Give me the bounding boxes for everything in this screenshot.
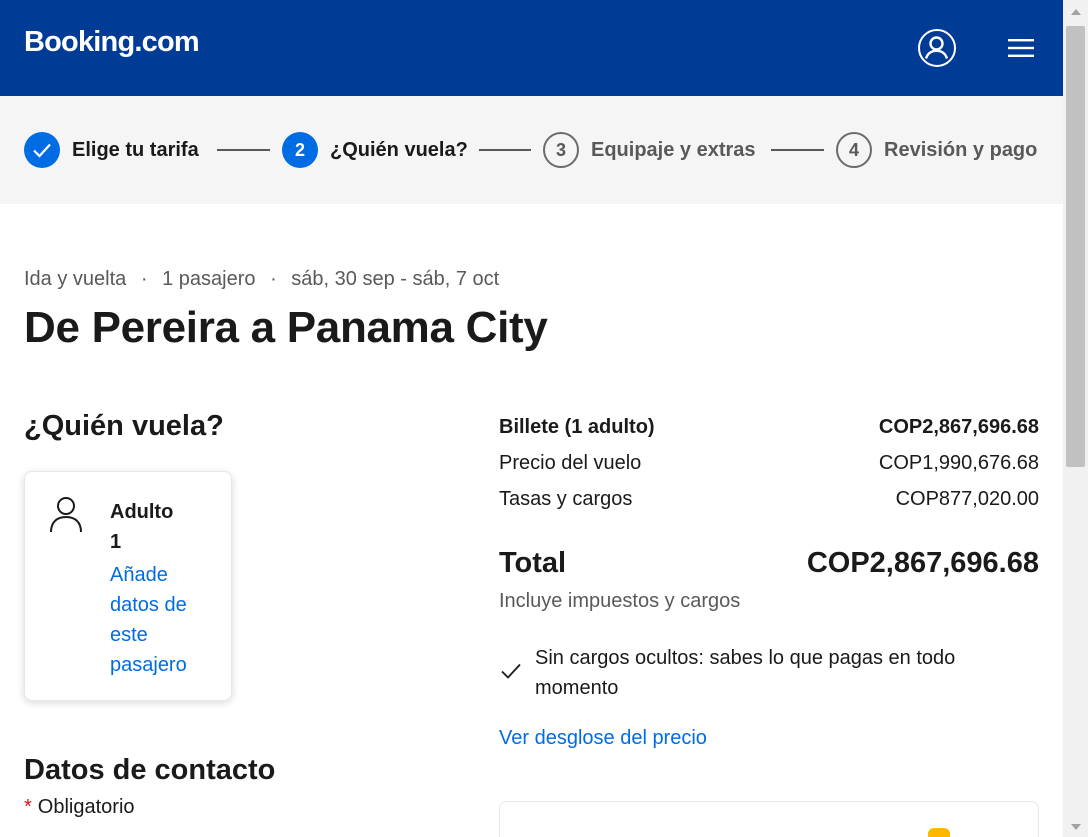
total-row: Total COP2,867,696.68 [499,547,1039,580]
step-label: Revisión y pago [884,138,1038,161]
required-note: * Obligatorio [24,796,135,819]
step-connector [771,149,824,151]
checkmark-icon [499,659,523,683]
no-hidden-fees-row: Sin cargos ocultos: sabes lo que pagas e… [499,643,979,703]
no-hidden-fees-text: Sin cargos ocultos: sabes lo que pagas e… [535,647,956,699]
add-passenger-details-link[interactable]: Añade datos de este pasajero [110,560,210,680]
promo-card[interactable] [499,801,1039,837]
summary-separator: · [140,268,148,290]
total-value: COP2,867,696.68 [806,547,1039,579]
step-number: 2 [282,132,318,168]
trip-type: Ida y vuelta [24,268,127,290]
total-note: Incluye impuestos y cargos [499,590,741,612]
step-label: ¿Quién vuela? [330,138,468,161]
passenger-type: Adulto [110,501,174,523]
booking-stepper: Elige tu tarifa 2 ¿Quién vuela? 3 Equipa… [0,96,1063,204]
booking-logo[interactable]: Booking.com [24,26,200,59]
trip-passengers: 1 pasajero [162,268,256,290]
step-review-payment: 4 Revisión y pago [836,132,1037,168]
scroll-up-arrow-icon[interactable] [1071,9,1081,15]
ticket-value: COP2,867,696.68 [878,416,1039,438]
step-baggage-extras: 3 Equipaje y extras [543,132,756,168]
step-connector [479,149,531,151]
taxes-row: Tasas y cargos COP877,020.00 [499,488,1039,511]
check-icon [24,132,60,168]
step-choose-fare[interactable]: Elige tu tarifa [24,132,199,168]
scroll-thumb[interactable] [1066,26,1085,467]
scroll-down-arrow-icon[interactable] [1071,824,1081,830]
total-label: Total [499,547,567,579]
price-breakdown-link[interactable]: Ver desglose del precio [499,727,707,750]
required-star: * [24,796,32,818]
passenger-number: 1 [110,531,122,553]
step-number: 3 [543,132,579,168]
trip-summary: Ida y vuelta · 1 pasajero · sáb, 30 sep … [24,268,499,291]
page-title: De Pereira a Panama City [24,303,548,352]
taxes-label: Tasas y cargos [499,488,633,510]
top-header: Booking.com [0,0,1063,96]
step-label: Elige tu tarifa [72,138,199,161]
person-icon [49,496,83,534]
gift-icon [928,828,950,837]
passenger-card[interactable]: Adulto 1 Añade datos de este pasajero [24,471,232,701]
who-flies-heading: ¿Quién vuela? [24,410,224,442]
flight-price-label: Precio del vuelo [499,452,642,474]
contact-details-heading: Datos de contacto [24,754,276,786]
menu-icon[interactable] [1006,36,1036,60]
trip-dates: sáb, 30 sep - sáb, 7 oct [291,268,500,290]
ticket-label: Billete (1 adulto) [499,416,655,438]
taxes-value: COP877,020.00 [895,488,1039,510]
required-label: Obligatorio [37,796,135,818]
account-icon[interactable] [918,29,956,67]
step-number: 4 [836,132,872,168]
flight-price-row: Precio del vuelo COP1,990,676.68 [499,452,1039,475]
step-connector [217,149,270,151]
step-label: Equipaje y extras [591,138,756,161]
page-scrollbar[interactable] [1063,0,1088,837]
flight-price-value: COP1,990,676.68 [878,452,1039,474]
step-who-flies: 2 ¿Quién vuela? [282,132,468,168]
summary-separator: · [270,268,277,290]
ticket-price-row: Billete (1 adulto) COP2,867,696.68 [499,416,1039,439]
